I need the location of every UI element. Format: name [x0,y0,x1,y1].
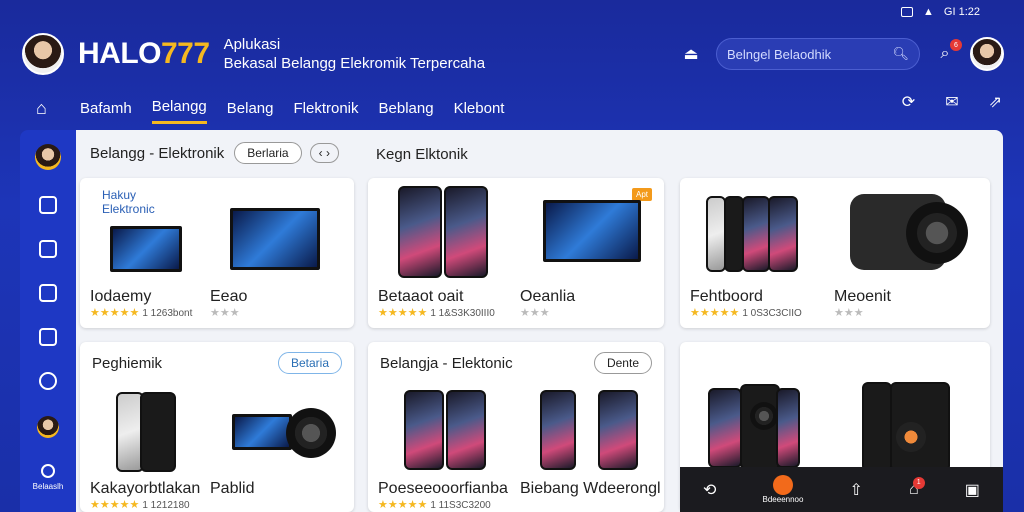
search-input[interactable]: Belngel Belaodhik 🔍︎ [716,38,920,70]
location-icon[interactable] [39,372,57,390]
phone-image [404,390,444,470]
product-item[interactable]: Poeseeooorfianba ★★★★★ 1 11S3C3200 [378,480,508,511]
sidebar-label: Belaaslh [32,482,64,491]
phone-image [444,186,488,278]
sidebar-user-avatar[interactable] [37,416,59,438]
profile-avatar[interactable] [970,37,1004,71]
avatar[interactable] [22,33,64,75]
rating-stars: ★★★★★ 1 1263bont [90,307,193,319]
phone-image [398,186,442,278]
product-card-5[interactable]: Belangja - Elektonic Dente Poeseeooorfia… [368,342,664,512]
phone-image [768,196,798,272]
section-title: Belangg - Elektronik [90,144,225,162]
tab-5[interactable]: Klebont [454,94,505,123]
tv-image [110,226,182,272]
product-card-3[interactable]: Fehtboord ★★★★★ 1 0S3C3CIIO Meoenit ★★★ [680,178,990,328]
inbox-badge: 1 [912,476,925,489]
share-icon[interactable]: ⇧ [850,480,863,500]
promo-text: Hakuy Elektronic [102,188,155,216]
battery-icon [901,7,914,17]
tab-1[interactable]: Belangg [151,92,207,124]
section-header-right: Kegn Elktonik [376,146,468,163]
tab-2[interactable]: Belang [227,94,274,123]
bag-icon[interactable] [39,196,57,214]
product-item[interactable]: Eeao ★★★ [210,288,247,319]
product-item[interactable]: Fehtboord ★★★★★ 1 0S3C3CIIO [690,288,802,319]
center-action-icon [772,475,793,495]
category-pill[interactable]: Betaria [277,352,342,374]
nav-actions: ⟳ ✉ ⇗ [902,92,1002,112]
settings-icon[interactable] [41,464,55,478]
product-card-1[interactable]: Hakuy Elektronic Iodaemy ★★★★★ 1 1263bont … [80,178,354,328]
product-item[interactable]: Pablid [210,480,254,498]
product-card-2[interactable]: Apt Betaaot oait ★★★★★ 1 1&S3K30III0 Oean… [368,178,664,328]
card-title: Peghiemik [92,354,163,372]
monitor-image [232,414,292,450]
sidebar-avatar[interactable] [35,144,61,170]
phone-image [140,392,176,472]
filter-pill[interactable]: Berlaria [234,142,302,164]
carousel-arrows[interactable]: ‹ › [309,143,339,163]
product-item[interactable]: Biebang Wdeerongl [520,480,661,498]
phone-image [598,390,638,470]
tagline: Aplukasi Bekasal Belangg Elekromik Terpe… [223,36,486,72]
product-item[interactable]: Meoenit ★★★ [834,288,891,319]
message-icon[interactable]: ✉ [945,92,958,112]
status-bar: ▲ GI 1:22 [901,6,980,18]
monitor-image [543,200,641,262]
main-content: Belangg - Elektronik Berlaria ‹ › Kegn E… [76,130,1003,512]
tv-image [230,208,320,270]
search-icon[interactable]: 🔍︎ [892,46,909,62]
app-header: HALO777 Aplukasi Bekasal Belangg Elekrom… [22,28,1004,80]
wifi-icon: ▲ [923,6,934,18]
bottom-bar: ⟲ Bdeeennoo ⇧ ⌂ 1 ▣ [680,467,1003,512]
product-item[interactable]: Betaaot oait ★★★★★ 1 1&S3K30III0 [378,288,495,319]
sidebar: Belaaslh [20,130,76,512]
tab-4[interactable]: Beblang [379,94,434,123]
speaker-image [286,408,336,458]
phone-image [742,196,770,272]
brand-logo: HALO777 [78,37,210,70]
status-time: GI 1:22 [943,6,980,18]
card-title: Belangja - Elektonic [380,354,513,372]
inbox-icon[interactable]: ⌂ 1 [909,476,925,499]
product-item[interactable]: Oeanlia ★★★ [520,288,575,319]
chart-icon[interactable]: ⇗ [989,92,1002,112]
home-icon[interactable]: ⌂ [36,98,56,119]
product-card-4[interactable]: Peghiemik Betaria Kakayorbtlakan ★★★★★ 1 … [80,342,354,512]
center-action[interactable]: Bdeeennoo [763,475,803,504]
user-icon[interactable]: ⏏ [680,43,702,65]
category-pill[interactable]: Dente [593,352,652,374]
product-item[interactable]: Kakayorbtlakan ★★★★★ 1 1212180 [90,480,200,511]
product-item[interactable]: Iodaemy ★★★★★ 1 1263bont [90,288,192,319]
menu-icon[interactable]: ▣ [965,480,980,500]
refresh-icon[interactable]: ⟳ [902,92,915,112]
tab-0[interactable]: Bafamh [80,94,132,123]
section-header-row1: Belangg - Elektronik Berlaria ‹ › [90,142,339,164]
notification-icon[interactable]: ⌕ 6 [934,39,962,65]
list-icon[interactable] [39,240,57,258]
main-nav: ⌂ Bafamh Belangg Belang Flektronik Bebla… [36,92,924,124]
document-icon[interactable] [39,328,57,346]
cart-icon[interactable]: ⟲ [703,480,716,500]
chat-icon[interactable] [39,284,57,302]
tab-3[interactable]: Flektronik [293,94,358,123]
notification-badge: 6 [950,39,962,51]
